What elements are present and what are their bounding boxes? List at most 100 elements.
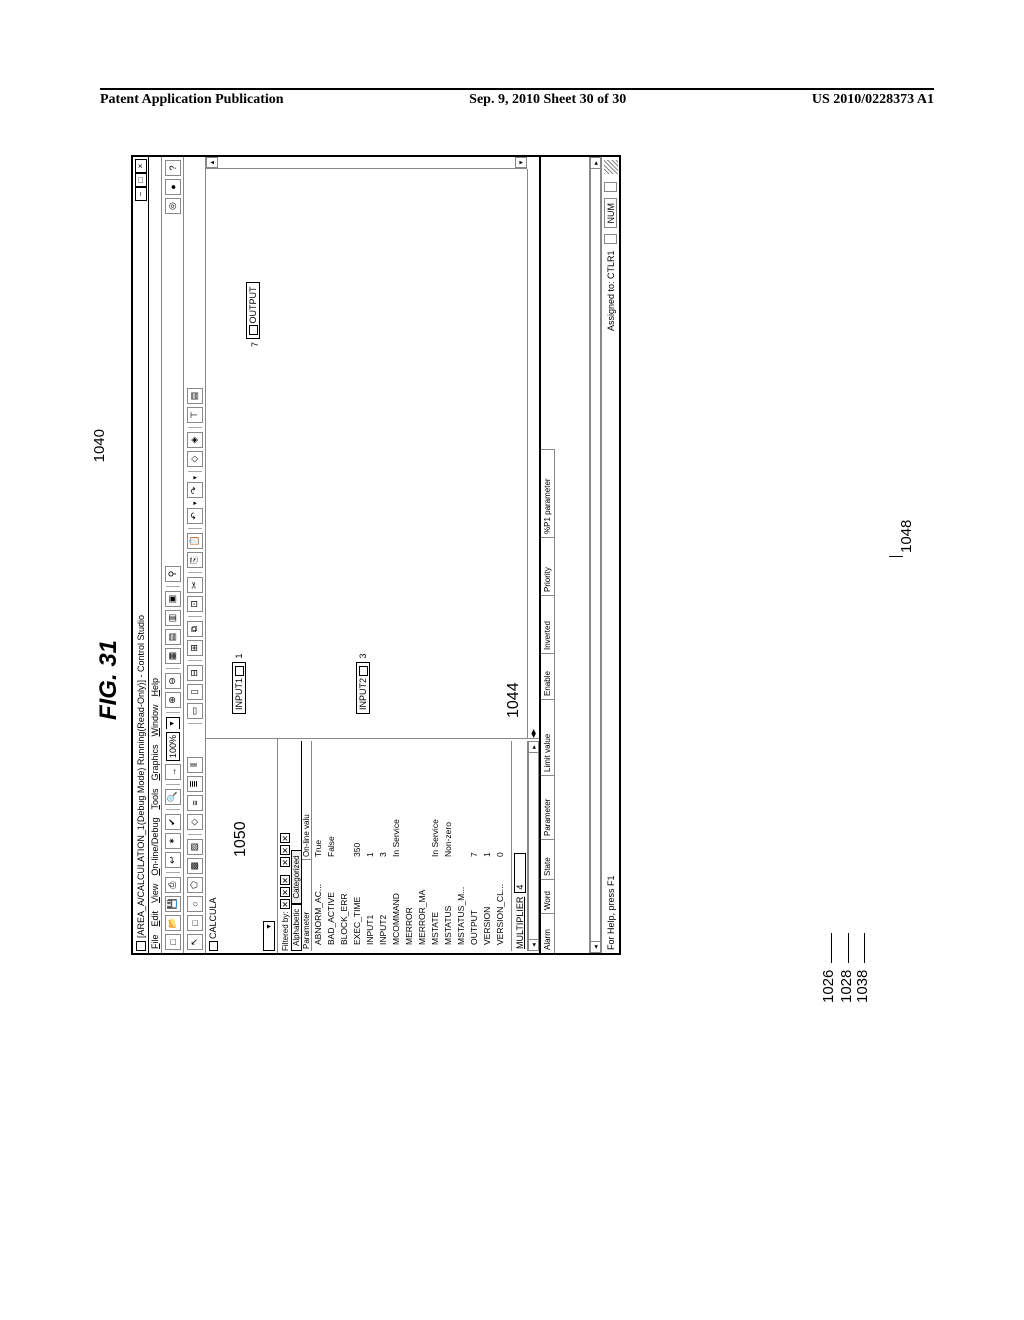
poly-icon[interactable]: ⬠ [187,877,203,893]
redo-icon[interactable]: ↷ [187,482,203,498]
block-input2[interactable]: INPUT2 3 [356,653,370,714]
scroll-right-icon[interactable]: ▸ [528,729,539,734]
alarms-scroll-h[interactable]: ◂ ▸ [589,157,601,953]
param-row[interactable]: INPUT11 [364,741,377,951]
minimize-button[interactable]: − [135,187,147,201]
undo-icon[interactable]: ↶ [187,508,203,524]
multiplier-value[interactable]: 4 [514,853,526,893]
alarm-col-state[interactable]: State [541,839,555,879]
param-row[interactable]: ABNORM_AC...True [312,741,325,951]
t2-e-icon[interactable]: ⊡ [187,596,203,612]
scroll-right-icon[interactable]: ▸ [590,157,601,169]
arrow-right-icon[interactable]: → [165,764,181,780]
menu-tools[interactable]: Tools [150,789,160,810]
t2-b-icon[interactable]: ▯ [187,684,203,700]
param-row[interactable]: MSTATUSNon-zero [442,741,455,951]
resize-grip-icon[interactable] [604,160,618,174]
t2-c-icon[interactable]: ⊟ [187,665,203,681]
find-icon[interactable]: 🔍 [165,789,181,805]
scroll-left-icon[interactable]: ◂ [590,941,601,953]
filter-chk-6[interactable]: ✕ [280,833,290,843]
zoom-value[interactable]: 100% [166,732,180,761]
copy-icon[interactable]: ⎘ [187,552,203,568]
t2-d-icon[interactable]: ⊞ [187,640,203,656]
param-scroll-h[interactable]: ◂ ▸ [527,741,539,951]
tree-icon[interactable]: ⊤ [187,407,203,423]
alarm-col-alarm[interactable]: Alarm [541,913,555,953]
zoom-out-icon[interactable]: ⊖ [165,673,181,689]
scroll-track-v[interactable] [218,157,515,168]
param-row[interactable]: MERROR [403,741,416,951]
param-row[interactable]: MERROR_MA [416,741,429,951]
scroll-left-icon[interactable]: ◂ [528,939,539,951]
alarm-col-inverted[interactable]: Inverted [541,595,555,653]
layout1-icon[interactable]: ▦ [165,648,181,664]
alarms-body[interactable] [555,157,589,953]
help-icon[interactable]: ? [165,160,181,176]
globe-icon[interactable]: ● [165,179,181,195]
scroll-down-icon[interactable]: ▾ [515,157,527,168]
param-list[interactable]: ABNORM_AC...TrueBAD_ACTIVEFalseBLOCK_ERR… [312,741,511,951]
new-icon[interactable]: □ [165,934,181,950]
paste-icon[interactable]: 📋 [187,533,203,549]
menu-view[interactable]: View [150,884,160,903]
scroll-up-icon[interactable]: ▴ [206,157,218,168]
menu-online-debug[interactable]: On-line/Debug [150,818,160,876]
param-row[interactable]: INPUT23 [377,741,390,951]
alarm-col-word[interactable]: Word [541,879,555,913]
filter-chk-1[interactable]: ✕ [280,899,290,909]
block-input1[interactable]: INPUT1 1 [232,653,246,714]
param-row[interactable]: BLOCK_ERR [338,741,351,951]
t2-a-icon[interactable]: ▭ [187,703,203,719]
print-icon[interactable]: ⎙ [165,877,181,893]
scroll-right-icon[interactable]: ▸ [528,741,539,753]
param-row[interactable]: OUTPUT7 [468,741,481,951]
canvas-scroll-v[interactable]: ▴ ▾ [206,157,527,169]
link2-icon[interactable]: ◈ [187,432,203,448]
param-row[interactable]: MSTATEIn Service [429,741,442,951]
maximize-button[interactable]: □ [135,173,147,187]
canvas-scroll-h[interactable]: ◂ ▸ [527,169,539,738]
chart-icon[interactable]: ▤ [187,388,203,404]
check-icon[interactable]: ✔ [165,814,181,830]
save-icon[interactable]: 💾 [165,896,181,912]
param-row[interactable]: MCOMMANDIn Service [390,741,403,951]
menu-window[interactable]: Window [150,704,160,736]
diagram-canvas[interactable]: INPUT1 1 INPUT2 3 7 OUTPUT 1044 ▴ ▾ [206,157,539,738]
rect-icon[interactable]: □ [187,915,203,931]
align2-icon[interactable]: ≣ [187,776,203,792]
alarm-col-limit-value[interactable]: Limit value [541,699,555,775]
open-icon[interactable]: 📂 [165,915,181,931]
layout2-icon[interactable]: ▤ [165,629,181,645]
menu-help[interactable]: Help [150,678,160,697]
pointer-icon[interactable]: ↖ [187,934,203,950]
menu-file[interactable]: File [150,934,160,949]
filter-chk-2[interactable]: ✕ [280,887,290,897]
alarm-col-priority[interactable]: Priority [541,537,555,595]
alarm-col-enable[interactable]: Enable [541,653,555,699]
close-button[interactable]: × [135,159,147,173]
alarm-col--p1-parameter[interactable]: %P1 parameter [541,449,555,537]
hierarchy-dropdown[interactable]: ▼ [263,921,275,951]
circle-icon[interactable]: ○ [187,896,203,912]
param-row[interactable]: EXEC_TIME350 [351,741,364,951]
menu-graphics[interactable]: Graphics [150,744,160,780]
target-icon[interactable]: ◎ [165,198,181,214]
zoom-dropdown-icon[interactable]: ▼ [166,717,180,729]
diamond-icon[interactable]: ◇ [187,814,203,830]
scroll-track[interactable] [528,753,539,939]
align3-icon[interactable]: ⦀ [187,757,203,773]
param-row[interactable]: MSTATUS_M... [455,741,468,951]
param-row[interactable]: VERSION1 [481,741,494,951]
img2-icon[interactable]: ▨ [187,839,203,855]
scroll-track[interactable] [590,169,601,941]
tab-alphabetic[interactable]: Alphabetic [291,904,301,951]
param-row[interactable]: BAD_ACTIVEFalse [325,741,338,951]
img1-icon[interactable]: ▩ [187,858,203,874]
layout3-icon[interactable]: ▥ [165,610,181,626]
cut-icon[interactable]: ✂ [187,577,203,593]
pin-icon[interactable]: ⚲ [165,566,181,582]
filter-chk-4[interactable]: ✕ [280,857,290,867]
hierarchy-item[interactable]: CALCULA [208,741,218,951]
filter-chk-3[interactable]: ✕ [280,875,290,885]
